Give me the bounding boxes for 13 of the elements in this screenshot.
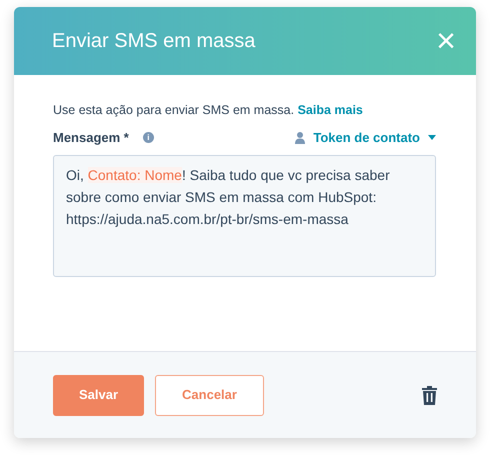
person-icon <box>295 132 306 144</box>
message-label: Mensagem * <box>53 128 129 147</box>
save-button[interactable]: Salvar <box>53 374 144 416</box>
message-field[interactable]: Oi, Contato: Nome! Saiba tudo que vc precisa saber sobre como enviar SMS em massa com HubSpot: https://ajuda.na5.com.br/pt-br/sms-em-massa <box>53 155 436 278</box>
token-dropdown[interactable]: Token de contato <box>295 128 436 148</box>
cancel-button[interactable]: Cancelar <box>155 374 264 416</box>
caret-icon <box>428 135 436 140</box>
learn-more-link[interactable]: Saiba mais <box>298 103 363 117</box>
intro-text: Use esta ação para enviar SMS em massa. Saiba mais <box>53 102 364 119</box>
dialog-title: Enviar SMS em massa <box>52 29 256 54</box>
info-icon[interactable]: i <box>142 132 154 143</box>
close-button[interactable]: × <box>436 24 456 58</box>
trash-icon[interactable] <box>422 386 437 404</box>
